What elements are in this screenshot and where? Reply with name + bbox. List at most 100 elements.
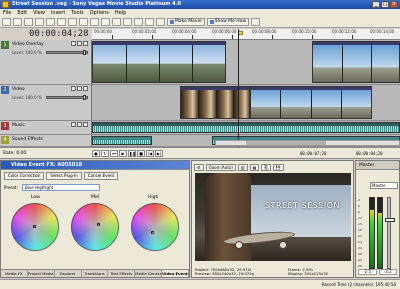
save-icon[interactable] (24, 18, 33, 26)
pause-button[interactable]: ❚❚ (128, 150, 136, 157)
loop-button[interactable]: ↻ (101, 150, 109, 157)
menu-options[interactable]: Options (90, 9, 109, 17)
properties-icon[interactable] (35, 18, 44, 26)
timeline-scrollbar[interactable] (215, 140, 400, 146)
mute-icon[interactable] (71, 41, 76, 46)
slider-knob[interactable] (83, 95, 86, 100)
redo-icon[interactable] (101, 18, 110, 26)
play-from-start-button[interactable]: ⏮ (110, 150, 118, 157)
timeline-ruler[interactable]: 00:00:00 00:00:02;00 00:00:04;00 00:00:0… (92, 29, 400, 40)
preview-settings-icon[interactable]: ⚙ (194, 163, 204, 171)
maximize-button[interactable]: □ (381, 1, 389, 8)
track-header-video-overlay[interactable]: 1 Video Overlay Level: 100.0 % (0, 40, 92, 85)
envelope-tool-icon[interactable] (123, 18, 132, 26)
whats-this-icon[interactable] (251, 18, 261, 26)
show-me-how-button[interactable]: Show Me How (206, 18, 250, 26)
preview-quality-dropdown[interactable]: Good (Auto) (205, 163, 236, 171)
audio-waveform (93, 126, 399, 132)
track-name: Sound Effects (12, 137, 43, 142)
track-level-slider[interactable] (46, 50, 88, 55)
copy-icon[interactable] (57, 18, 66, 26)
menu-help[interactable]: Help (115, 9, 126, 17)
split-screen-icon[interactable]: ▥ (237, 163, 248, 171)
copy-snapshot-icon[interactable]: ⎘ (261, 163, 271, 171)
tab-text-effects[interactable]: Text Effects (108, 270, 136, 277)
color-wheel-high[interactable] (131, 203, 180, 252)
menu-file[interactable]: File (3, 9, 11, 17)
tab-explorer[interactable]: Explorer (55, 270, 82, 277)
track-lane-video-overlay[interactable] (92, 40, 400, 85)
master-bus-dropdown[interactable]: Master (370, 182, 398, 189)
tab-transitions[interactable]: Transitions (82, 270, 109, 277)
video-clip[interactable] (92, 41, 226, 83)
preset-dropdown[interactable]: Blue Highlight (22, 184, 100, 191)
ruler-label: 00:00:06;00 (212, 29, 237, 34)
paste-icon[interactable] (68, 18, 77, 26)
slider-knob[interactable] (83, 50, 86, 55)
go-to-start-button[interactable]: |◀ (146, 150, 154, 157)
track-lane-music[interactable] (92, 121, 400, 135)
open-icon[interactable] (13, 18, 22, 26)
menu-insert[interactable]: Insert (51, 9, 65, 17)
edit-tool-icon[interactable] (112, 18, 121, 26)
tab-video-event-fx[interactable]: Video Event FX (162, 270, 190, 277)
menu-view[interactable]: View (33, 9, 45, 17)
menu-tools[interactable]: Tools (71, 9, 83, 17)
clip-thumbnail (93, 45, 127, 82)
audio-clip[interactable] (92, 122, 400, 133)
play-button[interactable]: ▶ (119, 150, 127, 157)
minimize-button[interactable]: _ (372, 1, 380, 8)
fader-knob[interactable] (385, 218, 395, 222)
track-header-video[interactable]: 2 Video Level: 100.0 % (0, 85, 92, 121)
audio-clip[interactable] (92, 136, 152, 145)
track-header-sound-effects[interactable]: 4 Sound Effects (0, 135, 92, 147)
track-level-slider[interactable] (46, 95, 88, 100)
select-plugin-button[interactable]: Select Plug-In (46, 172, 82, 180)
track-lane-video[interactable] (92, 85, 400, 121)
solo-icon[interactable] (77, 41, 82, 46)
solo-icon[interactable] (77, 122, 82, 127)
wheel-handle-mid[interactable] (97, 223, 100, 226)
record-button[interactable]: ● (92, 150, 100, 157)
video-clip[interactable] (250, 86, 372, 119)
wheel-handle-low[interactable] (33, 225, 36, 228)
tab-project-media[interactable]: Project Media (28, 270, 55, 277)
menu-edit[interactable]: Edit (17, 9, 27, 17)
video-clip[interactable] (312, 41, 400, 83)
stop-button[interactable]: ■ (137, 150, 145, 157)
make-movie-button[interactable]: Make Movie (167, 18, 205, 26)
new-icon[interactable] (2, 18, 11, 26)
overlay-icon[interactable]: ▦ (249, 163, 260, 171)
color-correction-button[interactable]: Color Correction (4, 172, 45, 180)
undo-icon[interactable] (90, 18, 99, 26)
lock-icon[interactable] (156, 18, 165, 26)
timeline-cursor[interactable] (238, 29, 239, 147)
track-number: 4 (1, 136, 9, 144)
meter-scale: -3 -6 -9 -12 -15 -18 -21 -24 -30 -36 -42… (357, 197, 367, 269)
save-snapshot-icon[interactable]: 💾 (272, 163, 284, 171)
delete-icon[interactable] (79, 18, 88, 26)
clip-thumbnail (281, 90, 312, 118)
cancel-event-button[interactable]: Cancel Event (83, 172, 119, 180)
cut-icon[interactable] (46, 18, 55, 26)
master-bus-panel: Master Master -3 -6 -9 -12 -15 -18 -21 -… (355, 160, 400, 278)
close-button[interactable]: × (390, 1, 398, 8)
fx-icon[interactable] (83, 86, 88, 91)
track-header-music[interactable]: 3 Music (0, 121, 92, 135)
master-fader[interactable] (385, 197, 395, 269)
playback-rate: Rate: 0.00 (3, 151, 27, 156)
tab-media-generators[interactable]: Media Generators (135, 270, 163, 277)
tab-media-fx[interactable]: Media FX (1, 270, 28, 277)
wheel-handle-high[interactable] (151, 231, 154, 234)
mute-icon[interactable] (71, 86, 76, 91)
go-to-end-button[interactable]: ▶| (155, 150, 163, 157)
video-clip[interactable] (180, 86, 250, 119)
color-wheel-mid[interactable] (71, 203, 120, 252)
snap-icon[interactable] (134, 18, 143, 26)
mute-icon[interactable] (71, 122, 76, 127)
auto-ripple-icon[interactable] (145, 18, 154, 26)
scrollbar-thumb[interactable] (246, 141, 326, 145)
solo-icon[interactable] (77, 86, 82, 91)
record-icon[interactable] (83, 122, 88, 127)
fx-icon[interactable] (83, 41, 88, 46)
